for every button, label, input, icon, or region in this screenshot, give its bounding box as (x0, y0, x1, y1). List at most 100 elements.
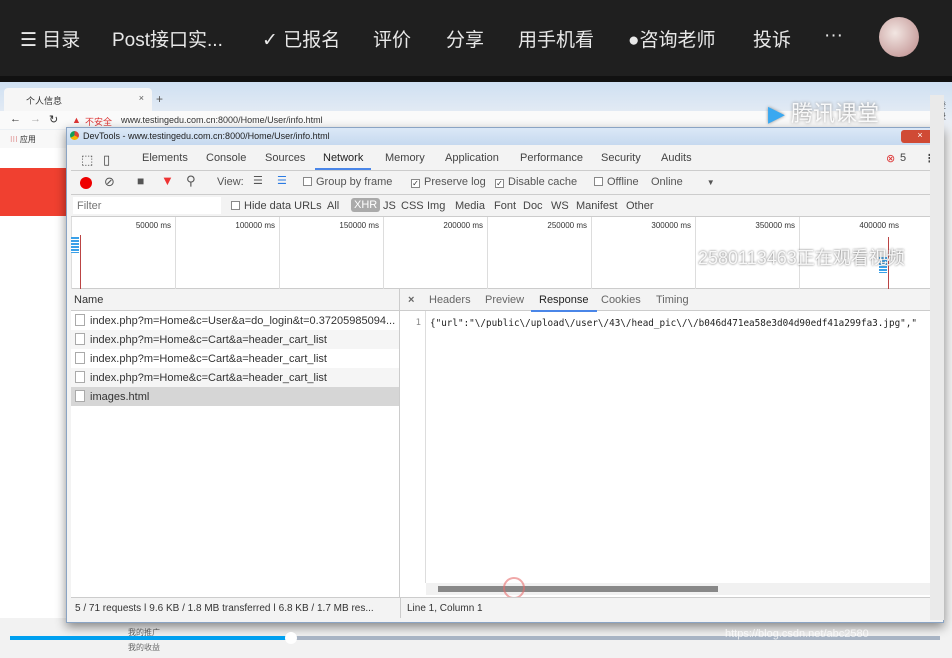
waterfall-view-icon[interactable]: ☰ (277, 174, 287, 187)
request-row[interactable]: index.php?m=Home&c=Cart&a=header_cart_li… (71, 368, 399, 387)
tab-cookies[interactable]: Cookies (601, 294, 641, 306)
detail-tabs: × Headers Preview Response Cookies Timin… (400, 289, 939, 312)
clear-icon[interactable]: ⊘ (104, 174, 115, 190)
disable-cache-checkbox[interactable]: ✓ Disable cache (495, 176, 577, 188)
devtools-tabs: ⬚ ▯ Elements Console Sources Network Mem… (71, 146, 939, 171)
scrollbar-thumb[interactable] (438, 586, 718, 592)
tab-security[interactable]: Security (601, 152, 641, 164)
page-menu-item: 我的收益 (128, 643, 160, 652)
url-watermark: https://blog.csdn.net/abc2580 (725, 628, 869, 640)
tab-console[interactable]: Console (206, 152, 246, 164)
progress-fill (10, 636, 289, 640)
tab-application[interactable]: Application (445, 152, 499, 164)
progress-knob[interactable] (285, 632, 297, 644)
tab-performance[interactable]: Performance (520, 152, 583, 164)
timeline-tick: 100000 ms (175, 217, 279, 289)
tab-memory[interactable]: Memory (385, 152, 425, 164)
request-list: Name index.php?m=Home&c=User&a=do_login&… (71, 289, 400, 606)
file-icon (75, 371, 85, 383)
request-bars (71, 237, 79, 253)
devtools-window: DevTools - www.testingedu.com.cn:8000/Ho… (66, 127, 944, 623)
error-icon[interactable]: ⊗ (886, 152, 895, 165)
avatar[interactable] (879, 17, 919, 57)
back-icon[interactable]: ← (10, 113, 21, 125)
viewer-watermark: 2580113463正在观看视频 (698, 248, 905, 268)
catalog-button[interactable]: ☰ 目录 (20, 25, 80, 52)
enrolled-button[interactable]: ✓ 已报名 (262, 25, 340, 52)
filter-bar: Hide data URLs All XHR JS CSS Img Media … (71, 195, 939, 217)
inspect-icon[interactable]: ⬚ (81, 152, 93, 168)
consult-teacher-button[interactable]: ●咨询老师 (628, 25, 716, 52)
list-view-icon[interactable]: ☰ (253, 174, 263, 187)
warning-icon: ▲ (72, 115, 81, 125)
browser-tab[interactable]: 个人信息 × (4, 88, 152, 112)
timeline-tick: 50000 ms (71, 217, 175, 289)
timeline-tick: 200000 ms (383, 217, 487, 289)
new-tab-button[interactable]: + (156, 92, 163, 106)
group-by-frame-checkbox[interactable]: Group by frame (303, 176, 392, 188)
record-icon[interactable] (80, 177, 92, 189)
tab-preview[interactable]: Preview (485, 294, 524, 306)
more-button[interactable]: ··· (824, 25, 843, 47)
search-icon[interactable]: ⚲ (186, 173, 196, 189)
type-css[interactable]: CSS (401, 200, 424, 212)
type-manifest[interactable]: Manifest (576, 200, 618, 212)
type-media[interactable]: Media (455, 200, 485, 212)
preserve-log-checkbox[interactable]: ✓ Preserve log (411, 176, 486, 188)
line-numbers: 1 (400, 311, 426, 583)
request-row[interactable]: index.php?m=Home&c=Cart&a=header_cart_li… (71, 330, 399, 349)
throttling-select[interactable]: Online ▼ (651, 176, 715, 188)
name-column-header[interactable]: Name (71, 289, 399, 311)
dropdown-arrow-icon: ▼ (706, 178, 715, 187)
tab-headers[interactable]: Headers (429, 294, 471, 306)
type-doc[interactable]: Doc (523, 200, 543, 212)
reload-icon[interactable]: ↻ (49, 113, 58, 126)
bookmarks-bar: ⁝⁝⁝ 应用 (0, 130, 70, 148)
review-button[interactable]: 评价 (373, 25, 411, 52)
apps-icon[interactable]: ⁝⁝⁝ (10, 135, 20, 144)
status-bar: 5 / 71 requests ǀ 9.6 KB / 1.8 MB transf… (71, 597, 939, 618)
tab-network[interactable]: Network (314, 152, 372, 170)
type-img[interactable]: Img (427, 200, 445, 212)
page-content (0, 148, 66, 618)
share-button[interactable]: 分享 (446, 25, 484, 52)
request-row[interactable]: index.php?m=Home&c=User&a=do_login&t=0.3… (71, 311, 399, 330)
type-font[interactable]: Font (494, 200, 516, 212)
request-summary: 5 / 71 requests ǀ 9.6 KB / 1.8 MB transf… (75, 603, 374, 614)
type-ws[interactable]: WS (551, 200, 569, 212)
file-icon (75, 333, 85, 345)
type-all[interactable]: All (327, 200, 339, 212)
vertical-scrollbar[interactable] (930, 95, 944, 620)
screenshot-icon[interactable]: ■ (137, 174, 144, 188)
file-icon (75, 314, 85, 326)
mobile-view-button[interactable]: 用手机看 (518, 25, 594, 52)
error-count[interactable]: 5 (900, 152, 906, 164)
tab-sources[interactable]: Sources (265, 152, 305, 164)
offline-checkbox[interactable]: Offline (594, 176, 639, 188)
apps-link[interactable]: 应用 (20, 135, 36, 144)
type-xhr[interactable]: XHR (351, 198, 381, 212)
course-title[interactable]: Post接口实... (112, 25, 223, 52)
url-text[interactable]: www.testingedu.com.cn:8000/Home/User/inf… (121, 115, 323, 125)
response-body[interactable]: {"url":"\/public\/upload\/user\/43\/head… (430, 318, 939, 329)
request-row-selected[interactable]: images.html (71, 387, 399, 406)
request-row[interactable]: index.php?m=Home&c=Cart&a=header_cart_li… (71, 349, 399, 368)
close-tab-icon[interactable]: × (139, 93, 144, 103)
network-toolbar: ⊘ ■ ▼ ⚲ View: ☰ ☰ Group by frame ✓ Preser… (71, 171, 939, 195)
tab-response[interactable]: Response (531, 294, 597, 312)
complaint-button[interactable]: 投诉 (753, 25, 791, 52)
tab-elements[interactable]: Elements (142, 152, 188, 164)
filter-icon[interactable]: ▼ (161, 173, 174, 188)
tab-audits[interactable]: Audits (661, 152, 692, 164)
filter-input[interactable] (73, 197, 221, 214)
tab-timing[interactable]: Timing (656, 294, 689, 306)
device-toolbar-icon[interactable]: ▯ (103, 152, 110, 168)
close-detail-icon[interactable]: × (408, 294, 414, 306)
hide-data-urls-checkbox[interactable]: Hide data URLs (231, 200, 322, 212)
devtools-titlebar: DevTools - www.testingedu.com.cn:8000/Ho… (67, 128, 943, 145)
type-other[interactable]: Other (626, 200, 654, 212)
type-js[interactable]: JS (383, 200, 396, 212)
file-icon (75, 352, 85, 364)
load-marker (80, 235, 81, 289)
forward-icon[interactable]: → (30, 113, 41, 125)
